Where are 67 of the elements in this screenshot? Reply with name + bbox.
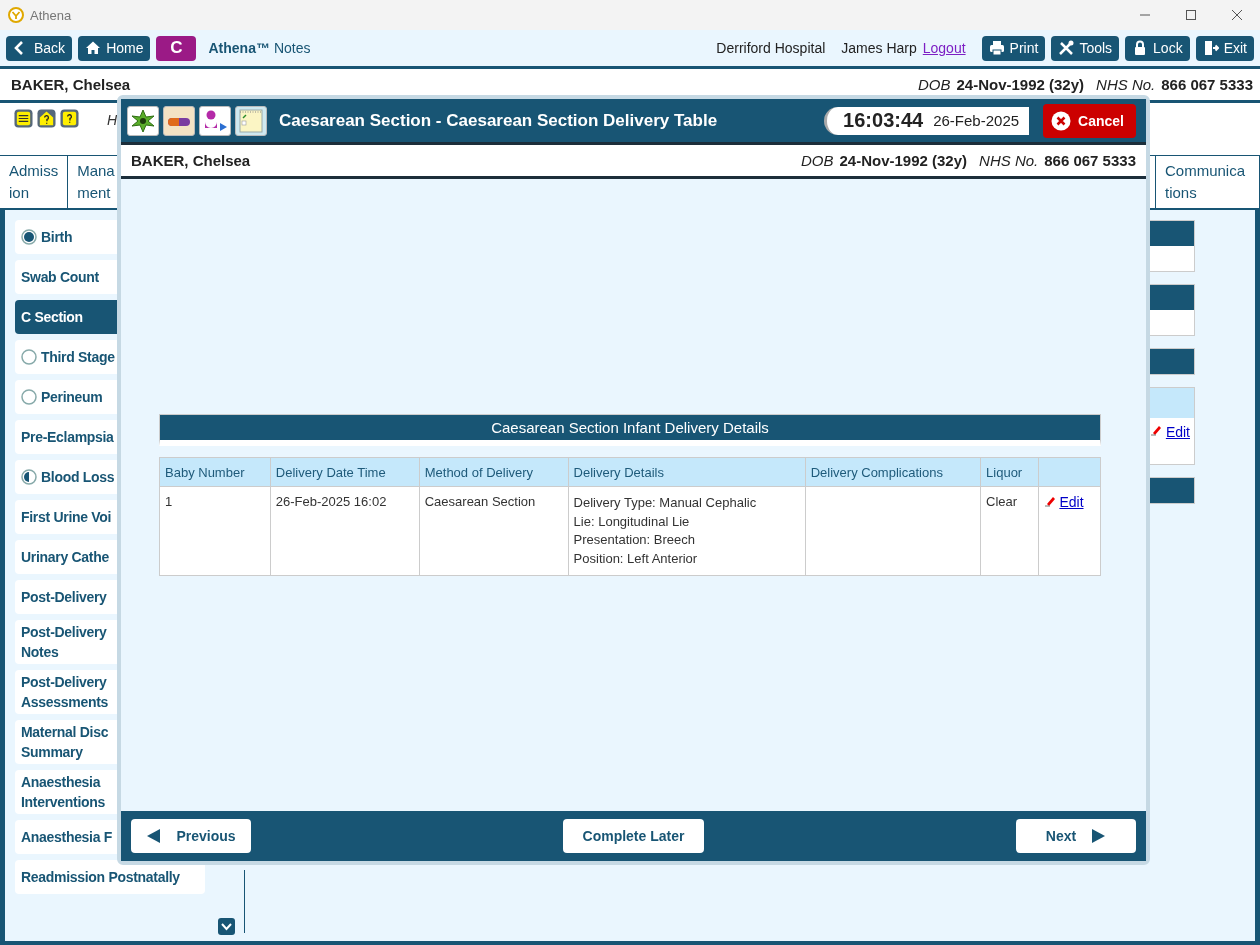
- notepad-icon[interactable]: [235, 105, 267, 136]
- nhs-label: NHS No.: [1096, 76, 1156, 93]
- patient-name: BAKER, Chelsea: [11, 76, 131, 93]
- section-heading: Caesarean Section Infant Delivery Details: [159, 414, 1101, 446]
- app-name: Athena™: [208, 40, 270, 56]
- nav-button[interactable]: Home: [78, 35, 151, 61]
- app-subtitle: Notes: [273, 40, 311, 56]
- complete-later-button[interactable]: Complete Later: [562, 819, 705, 853]
- table-cell: 26-Feb-2025 16:02: [270, 486, 420, 576]
- printer-icon: [988, 40, 1005, 56]
- toolbar-button[interactable]: Print: [981, 35, 1046, 61]
- flower-icon[interactable]: [127, 105, 159, 136]
- window-title: Athena: [30, 7, 72, 23]
- logout-link[interactable]: Logout: [922, 40, 966, 56]
- dob-label: DOB: [917, 76, 951, 93]
- help-home-icon[interactable]: [37, 109, 56, 128]
- sidebar-item[interactable]: Readmission Postnatally: [15, 860, 205, 894]
- column-header: Liquor: [980, 457, 1039, 487]
- column-header: Method of Delivery: [419, 457, 569, 487]
- patient-name: BAKER, Chelsea: [131, 152, 251, 169]
- help-icon[interactable]: [60, 109, 79, 128]
- close-icon: [1051, 110, 1072, 131]
- detail-line: Presentation: Breech: [573, 531, 696, 549]
- app-badge[interactable]: C: [156, 35, 197, 61]
- column-header: Delivery Details: [568, 457, 806, 487]
- dialog-title: Caesarean Section - Caesarean Section Delivery Table: [279, 110, 718, 131]
- left-triangle-icon: [146, 828, 163, 844]
- tools-icon: [1058, 40, 1075, 56]
- previous-button[interactable]: Previous: [131, 819, 251, 853]
- nhs-number: 866 067 5333: [1161, 76, 1253, 93]
- detail-line: Lie: Longitudinal Lie: [573, 512, 691, 531]
- clock-date: 26-Feb-2025: [933, 112, 1020, 129]
- nhs-number: 866 067 5333: [1044, 152, 1136, 169]
- capsule-icon[interactable]: [163, 105, 195, 136]
- user-name: James Harp: [841, 40, 917, 56]
- column-header: Delivery Complications: [805, 457, 981, 487]
- pencil-icon: [1043, 495, 1056, 507]
- header-text: H: [107, 112, 118, 128]
- nhs-label: NHS No.: [979, 152, 1039, 169]
- table-cell: 1: [159, 486, 271, 576]
- hospital-name: Derriford Hospital: [716, 40, 826, 56]
- app-logo-icon: [8, 7, 24, 23]
- nav-button[interactable]: Back: [6, 35, 73, 61]
- toolbar-button[interactable]: Lock: [1125, 35, 1190, 61]
- edit-link[interactable]: Edit: [1059, 494, 1084, 510]
- toolbar-button[interactable]: Tools: [1051, 35, 1120, 61]
- scroll-down-icon[interactable]: [218, 918, 235, 935]
- home-icon: [85, 40, 102, 56]
- detail-line: Position: Left Anterior: [573, 549, 699, 568]
- toolbar-button[interactable]: Exit: [1195, 35, 1254, 61]
- clock-time: 16:03:44: [843, 109, 924, 132]
- dob-value: 24-Nov-1992 (32y): [956, 76, 1085, 93]
- exit-icon: [1202, 40, 1219, 56]
- dob-value: 24-Nov-1992 (32y): [839, 152, 968, 169]
- column-header: Delivery Date Time: [270, 457, 420, 487]
- column-header: Baby Number: [159, 457, 271, 487]
- table-cell: Caesarean Section: [419, 486, 569, 576]
- help-list-icon[interactable]: [14, 109, 33, 128]
- tab[interactable]: Communica tions: [1155, 156, 1260, 208]
- detail-line: Delivery Type: Manual Cephalic: [573, 494, 758, 512]
- dob-label: DOB: [800, 152, 834, 169]
- table-cell: Clear: [980, 486, 1039, 576]
- edit-link[interactable]: Edit: [1165, 424, 1190, 440]
- right-triangle-icon: [1090, 828, 1107, 844]
- cancel-button[interactable]: Cancel: [1043, 103, 1136, 138]
- next-button[interactable]: Next: [1016, 819, 1136, 853]
- pencil-icon: [1149, 424, 1162, 436]
